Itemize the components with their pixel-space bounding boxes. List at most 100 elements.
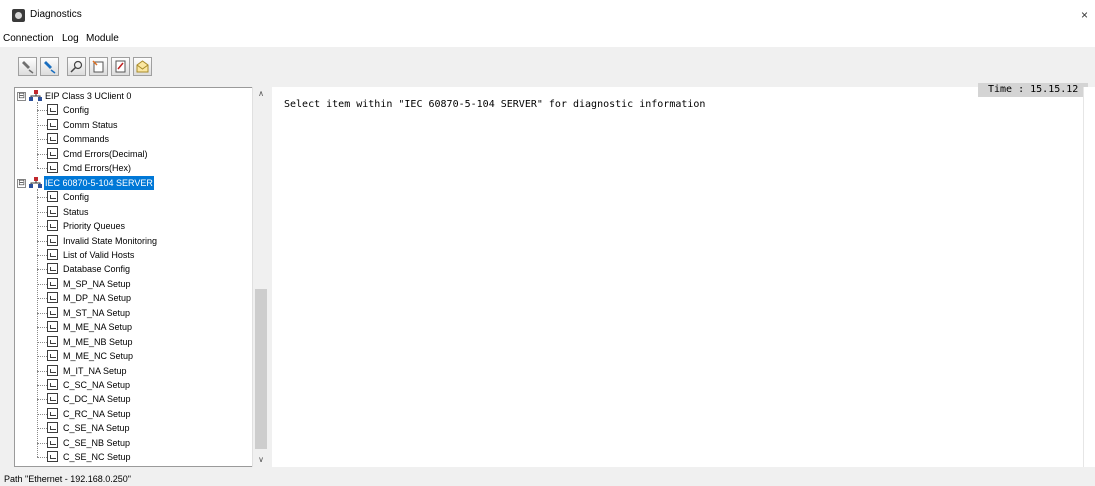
log-button[interactable] <box>89 57 108 76</box>
document-icon <box>47 436 58 448</box>
document-icon <box>47 118 58 130</box>
open-button[interactable] <box>133 57 152 76</box>
tree-item-label[interactable]: Config <box>63 190 89 204</box>
collapse-toggle-icon[interactable]: ⊟ <box>17 178 26 188</box>
menu-log[interactable]: Log <box>62 33 79 44</box>
window-title: Diagnostics <box>30 9 82 20</box>
scroll-up-arrow[interactable]: ∧ <box>253 87 269 101</box>
find-icon <box>70 60 83 73</box>
toolbar <box>0 47 1095 87</box>
tree-item-label[interactable]: M_ST_NA Setup <box>63 306 130 320</box>
tree-item-label[interactable]: Cmd Errors(Hex) <box>63 161 131 175</box>
document-icon <box>47 263 58 275</box>
tree-item-label[interactable]: C_RC_NA Setup <box>63 407 131 421</box>
tree-connector <box>37 413 47 415</box>
tree-item-label[interactable]: M_IT_NA Setup <box>63 364 127 378</box>
tree-item-label[interactable]: M_SP_NA Setup <box>63 277 131 291</box>
detail-scrollbar[interactable] <box>1083 87 1095 467</box>
tree-connector <box>37 457 47 459</box>
tree-item-label[interactable]: Commands <box>63 132 109 146</box>
tree-connector <box>37 188 38 458</box>
menu-bar: Connection Log Module <box>0 30 1095 47</box>
tree-item-label[interactable]: List of Valid Hosts <box>63 248 134 262</box>
disconnect-icon <box>22 61 34 74</box>
diagnostic-message: Select item within "IEC 60870-5-104 SERV… <box>284 99 706 110</box>
connection-path: Path "Ethernet - 192.168.0.250" <box>4 474 131 484</box>
tree-connector <box>37 240 47 242</box>
module-tree[interactable]: ⊟ EIP Class 3 UClient 0 Config Comm Status C… <box>14 87 268 467</box>
document-icon <box>47 422 58 434</box>
document-icon <box>47 407 58 419</box>
title-bar: Diagnostics × <box>0 0 1095 30</box>
tree-connector <box>37 254 47 256</box>
tree-connector <box>37 102 38 169</box>
document-icon <box>47 335 58 347</box>
tree-connector <box>37 370 47 372</box>
tree-connector <box>37 226 47 228</box>
tree-connector <box>37 211 47 213</box>
document-icon <box>47 248 58 260</box>
tree-item-label[interactable]: M_ME_NC Setup <box>63 349 133 363</box>
tree-item-label[interactable]: M_ME_NA Setup <box>63 320 132 334</box>
network-icon <box>29 176 42 188</box>
tree-connector <box>37 139 47 141</box>
tree-item-label[interactable]: C_DC_NA Setup <box>63 392 131 406</box>
tree-connector <box>37 298 47 300</box>
app-icon <box>12 9 25 22</box>
collapse-toggle-icon[interactable]: ⊟ <box>17 92 26 101</box>
tree-connector <box>37 327 47 329</box>
connect-icon <box>44 61 56 74</box>
tree-connector <box>37 168 47 170</box>
time-display: Time : 15.15.12 <box>978 83 1088 97</box>
tree-connector <box>37 283 47 285</box>
document-icon <box>47 162 58 174</box>
tree-item-label[interactable]: Comm Status <box>63 118 118 132</box>
diagnostic-panel: Select item within "IEC 60870-5-104 SERV… <box>272 87 1083 467</box>
close-button[interactable]: × <box>1081 5 1095 25</box>
tree-connector <box>37 110 47 112</box>
open-icon <box>136 60 149 73</box>
tree-item-label[interactable]: Priority Queues <box>63 219 125 233</box>
document-icon <box>47 104 58 116</box>
tree-item-label[interactable]: C_SE_NC Setup <box>63 450 131 464</box>
tree-item-label[interactable]: Cmd Errors(Decimal) <box>63 147 148 161</box>
tree-item-label[interactable]: C_SC_NA Setup <box>63 378 130 392</box>
menu-connection[interactable]: Connection <box>3 33 54 44</box>
tree-connector <box>37 442 47 444</box>
document-icon <box>47 393 58 405</box>
tree-connector <box>37 124 47 126</box>
print-icon <box>115 60 126 73</box>
tree-item-label[interactable]: Status <box>63 205 89 219</box>
document-icon <box>47 133 58 145</box>
tree-item-label[interactable]: Config <box>63 103 89 117</box>
tree-item-label[interactable]: Database Config <box>63 262 130 276</box>
tree-item-label[interactable]: C_SE_NB Setup <box>63 436 130 450</box>
tree-scrollbar[interactable]: ∧ ∨ <box>252 87 268 467</box>
document-icon <box>47 379 58 390</box>
document-icon <box>47 234 58 246</box>
tree-item-label[interactable]: Invalid State Monitoring <box>63 234 157 248</box>
document-icon <box>47 277 58 289</box>
scroll-thumb[interactable] <box>255 289 267 449</box>
disconnect-button[interactable] <box>18 57 37 76</box>
tree-root-label[interactable]: EIP Class 3 UClient 0 <box>44 89 132 103</box>
tree-item-label[interactable]: M_DP_NA Setup <box>63 291 131 305</box>
tree-item-label[interactable]: M_ME_NB Setup <box>63 335 133 349</box>
log-icon <box>92 60 104 73</box>
connect-button[interactable] <box>40 57 59 76</box>
find-button[interactable] <box>67 57 86 76</box>
document-icon <box>47 306 58 318</box>
tree-connector <box>37 153 47 155</box>
menu-module[interactable]: Module <box>86 33 119 44</box>
print-button[interactable] <box>111 57 130 76</box>
document-icon <box>47 147 58 159</box>
document-icon <box>47 205 58 217</box>
tree-root-label[interactable]: IEC 60870-5-104 SERVER <box>44 175 154 190</box>
tree-item-label[interactable]: C_SE_NA Setup <box>63 421 130 435</box>
scroll-down-arrow[interactable]: ∨ <box>253 453 269 467</box>
tree-connector <box>37 197 47 199</box>
document-icon <box>47 191 58 203</box>
tree-connector <box>37 399 47 401</box>
tree-connector <box>37 269 47 271</box>
tree-connector <box>37 341 47 343</box>
